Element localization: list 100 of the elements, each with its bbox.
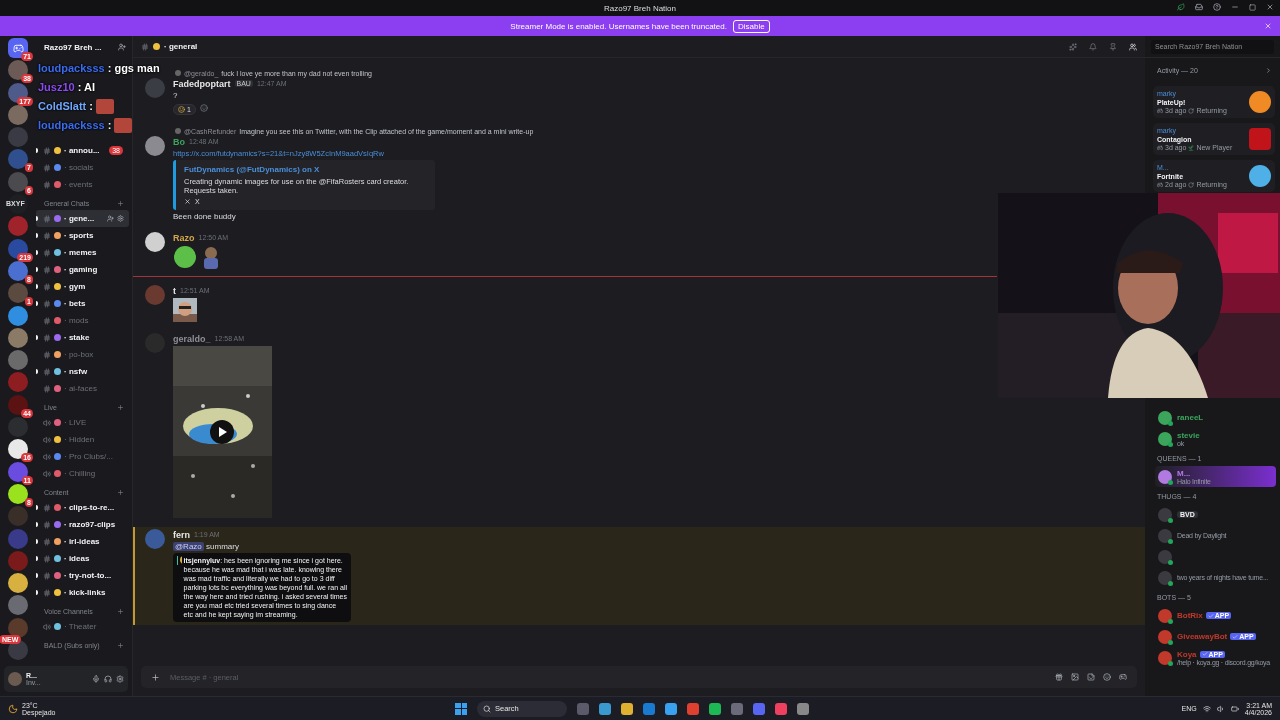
maximize-button[interactable] [1249, 3, 1256, 11]
add-channel-icon[interactable] [117, 641, 124, 649]
image-icon[interactable] [1071, 673, 1079, 681]
weather-icon [8, 703, 18, 714]
add-channel-icon[interactable] [117, 488, 124, 496]
taskbar-app-icon[interactable] [665, 702, 677, 715]
speaker-icon [43, 452, 51, 461]
channel-item[interactable]: · po-box [36, 346, 129, 363]
channel-item[interactable]: · LIVE [36, 414, 129, 431]
channel-item[interactable]: · nsfw [36, 363, 129, 380]
username[interactable]: Bo [173, 136, 185, 147]
member-item[interactable]: raneeL [1155, 407, 1276, 428]
channel-item[interactable]: · razo97-clips [36, 516, 129, 533]
members-icon[interactable] [1129, 42, 1137, 51]
channel-item[interactable]: · ai-faces [36, 380, 129, 397]
hash-icon [43, 180, 51, 189]
online-dot [1168, 538, 1173, 544]
add-channel-icon[interactable] [117, 403, 124, 411]
figure-sticker [201, 245, 221, 269]
controller-icon[interactable] [1119, 673, 1127, 681]
server-icon[interactable] [8, 573, 28, 594]
channel-item[interactable]: · memes [36, 244, 129, 261]
pin-icon[interactable] [1109, 42, 1117, 51]
channel-item[interactable]: · Chilling [36, 465, 129, 482]
sparkle-icon[interactable] [1069, 42, 1077, 51]
channel-item[interactable]: · clips-to-re... [36, 499, 129, 516]
channel-item[interactable]: · Theater [36, 618, 129, 635]
channel-item[interactable]: · ideas [36, 550, 129, 567]
add-icon[interactable] [151, 672, 160, 682]
channel-item[interactable]: · gym [36, 278, 129, 295]
taskbar-app-icon[interactable] [797, 702, 809, 715]
settings-icon[interactable] [116, 675, 124, 683]
minimize-button[interactable] [1231, 3, 1239, 11]
username[interactable]: geraldo_ [173, 333, 211, 344]
online-dot [1168, 639, 1173, 645]
invite-icon[interactable] [107, 215, 114, 222]
server-icon[interactable] [8, 483, 28, 504]
bell-icon[interactable] [1089, 42, 1097, 51]
channel-item[interactable]: · Hidden [36, 431, 129, 448]
gift-icon[interactable] [1055, 673, 1063, 681]
channel-item[interactable]: · gene... [36, 210, 129, 227]
embed-title[interactable]: FutDynamics (@FutDynamics) on X [184, 165, 427, 174]
add-channel-icon[interactable] [117, 199, 124, 207]
add-reaction-icon[interactable] [199, 104, 208, 112]
check-icon [1232, 633, 1239, 640]
message-text: Been done buddy [173, 212, 237, 221]
username[interactable]: Fadedpoptart [173, 78, 231, 89]
close-button[interactable] [1266, 3, 1274, 11]
user-avatar [145, 529, 165, 549]
taskbar-app-icon[interactable] [621, 702, 633, 715]
channel-title: · general [164, 42, 198, 51]
taskbar-app-icon[interactable] [753, 702, 765, 715]
channel-item[interactable]: · sports [36, 227, 129, 244]
help-icon[interactable] [1213, 3, 1221, 11]
username[interactable]: Razo [173, 232, 195, 243]
hash-icon [43, 571, 51, 580]
taskbar-app-icon[interactable] [709, 702, 721, 715]
taskbar-app-icon[interactable] [775, 702, 787, 715]
leaf-icon[interactable] [1177, 3, 1185, 11]
channel-item[interactable]: · kick-links [36, 584, 129, 601]
headphones-icon[interactable] [104, 675, 112, 683]
online-dot [1168, 517, 1173, 523]
inbox-icon[interactable] [1195, 3, 1203, 11]
server-icon[interactable] [8, 194, 28, 215]
sticker-icon[interactable] [1087, 673, 1095, 681]
refresh-icon [1188, 107, 1195, 114]
channel-item[interactable]: · socials [36, 159, 129, 176]
server-name[interactable]: Razo97 Breh ... [44, 42, 102, 52]
emote-overlay [114, 117, 133, 133]
channel-item[interactable]: · irl-ideas [36, 533, 129, 550]
channel-item[interactable]: · Pro Clubs/... [36, 448, 129, 465]
add-channel-icon[interactable] [117, 607, 124, 615]
taskbar-app-icon[interactable] [599, 702, 611, 715]
hash-icon [43, 299, 51, 308]
channel-item[interactable]: · bets [36, 295, 129, 312]
online-dot [1168, 420, 1173, 426]
speaker-icon [43, 622, 51, 631]
close-icon[interactable] [1264, 22, 1272, 30]
user-avatar [145, 285, 165, 305]
unread-indicator [36, 148, 38, 153]
taskbar-app-icon[interactable] [643, 702, 655, 715]
chevron-icon[interactable] [1265, 66, 1272, 74]
channel-item[interactable]: · stake [36, 329, 129, 346]
channel-item[interactable]: · try-not-to... [36, 567, 129, 584]
disable-button[interactable]: Disable [732, 19, 770, 33]
microphone-icon[interactable] [92, 675, 100, 683]
invite-icon[interactable] [118, 43, 126, 51]
hash-icon [43, 554, 51, 563]
taskbar-app-icon[interactable] [687, 702, 699, 715]
channel-item[interactable]: · events [36, 176, 129, 193]
online-dot [1168, 559, 1173, 565]
server-icon[interactable] [8, 640, 28, 660]
channel-item[interactable]: · mods [36, 312, 129, 329]
username[interactable]: fern [173, 529, 190, 540]
channel-item[interactable]: · gaming [36, 261, 129, 278]
controller-icon [12, 42, 24, 54]
play-button[interactable] [210, 420, 234, 444]
settings-icon[interactable] [117, 215, 124, 222]
username[interactable]: t [173, 285, 176, 296]
start-button[interactable] [455, 702, 467, 715]
